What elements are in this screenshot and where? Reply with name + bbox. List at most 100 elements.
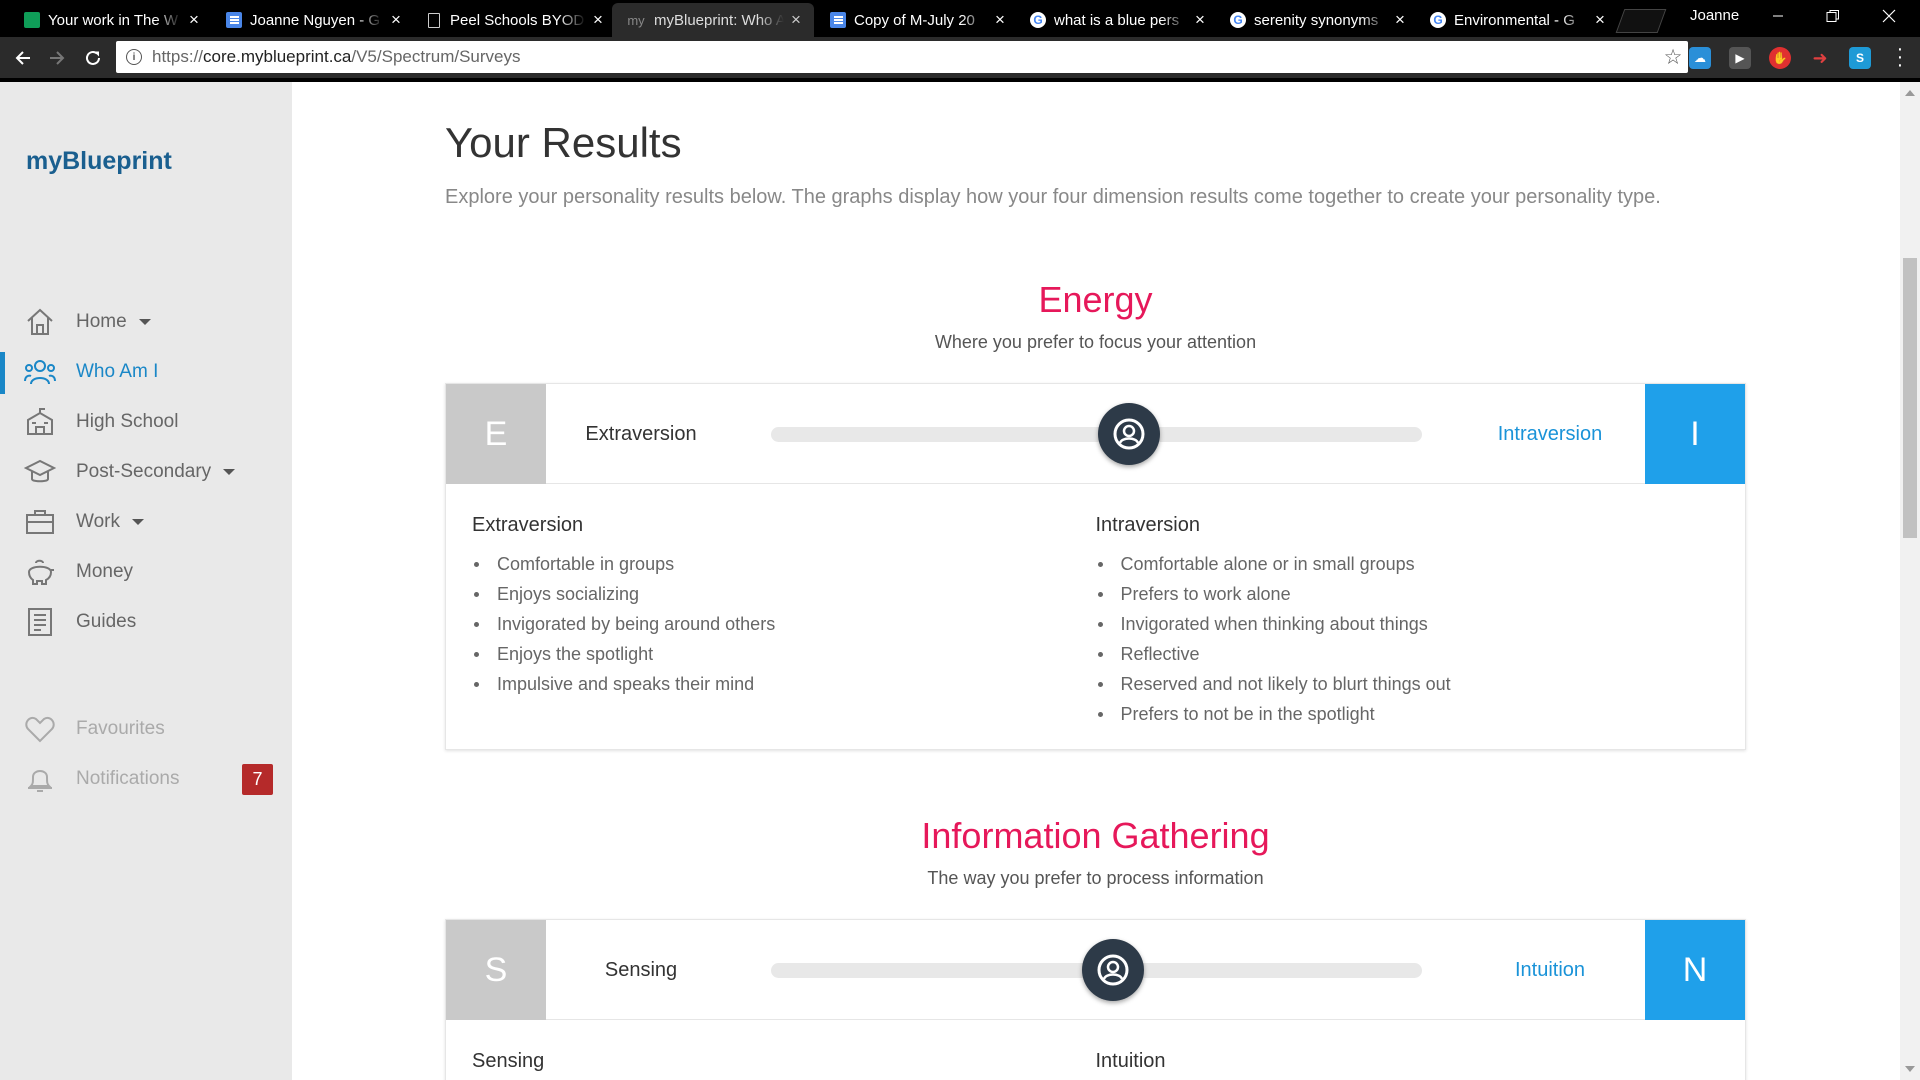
restore-icon[interactable]	[1810, 0, 1856, 32]
sidebar-item-who-am-i[interactable]: Who Am I	[0, 352, 292, 394]
list-item: Enjoys socializing	[472, 579, 1096, 609]
sidebar-item-label: High School	[76, 411, 179, 432]
sidebar-item-label: Work	[76, 511, 120, 532]
information-gathering-result-card: S Sensing Intuition N Sensing Intuition	[445, 919, 1746, 1080]
traits-heading: Intraversion	[1095, 514, 1201, 536]
tab-title: Your work in The W	[48, 11, 179, 29]
traits-column-left: Sensing	[472, 1050, 1096, 1080]
sidebar: myBlueprint Home Who Am I High School Po…	[0, 82, 292, 1080]
heart-icon	[24, 713, 56, 745]
browser-menu-icon[interactable]: · · ·	[1895, 39, 1905, 75]
pole-label-left: Sensing	[604, 958, 678, 981]
scrollbar-thumb[interactable]	[1903, 258, 1917, 538]
site-info-icon[interactable]: i	[126, 49, 142, 65]
page-scrollbar[interactable]	[1900, 82, 1920, 1080]
close-icon[interactable]: ×	[590, 10, 606, 30]
scale-marker	[1081, 939, 1144, 1001]
browser-tab[interactable]: Your work in The W ×	[10, 3, 212, 37]
traits-heading: Sensing	[472, 1050, 545, 1072]
list-item: Prefers to not be in the spotlight	[1096, 699, 1720, 729]
sidebar-item-guides[interactable]: Guides	[0, 602, 292, 642]
close-icon[interactable]: ×	[1592, 10, 1608, 30]
sidebar-item-home[interactable]: Home	[0, 302, 292, 342]
tab-title: Joanne Nguyen - G	[250, 11, 381, 29]
list-item: Comfortable in groups	[472, 549, 1096, 579]
browser-tab[interactable]: G Environmental - G ×	[1416, 3, 1618, 37]
browser-tab[interactable]: Peel Schools BYOD ×	[414, 3, 616, 37]
letter-e-box: E	[446, 384, 546, 484]
scale-marker	[1098, 403, 1161, 465]
tab-title: myBlueprint: Who A	[654, 11, 784, 29]
cloud-extension-icon[interactable]: ☁	[1689, 47, 1711, 69]
section-subtitle-energy: Where you prefer to focus your attention	[934, 332, 1257, 352]
section-title-energy: Energy	[1038, 279, 1153, 320]
sidebar-item-money[interactable]: Money	[0, 552, 292, 592]
address-bar[interactable]: i https://core.myblueprint.ca/V5/Spectru…	[116, 41, 1688, 73]
scroll-down-icon[interactable]	[1905, 1066, 1915, 1072]
energy-result-card: E Extraversion Intraversion I Extraversi…	[445, 383, 1746, 750]
sidebar-item-high-school[interactable]: High School	[0, 402, 292, 442]
sidebar-item-label: Favourites	[76, 718, 165, 739]
browser-tab[interactable]: G serenity synonyms ×	[1216, 3, 1418, 37]
adblock-extension-icon[interactable]: ✋	[1769, 47, 1791, 69]
sidebar-item-label: Who Am I	[76, 361, 159, 382]
google-docs-icon	[830, 12, 846, 28]
briefcase-icon	[24, 506, 56, 538]
google-classroom-icon	[24, 12, 40, 28]
profile-name[interactable]: Joanne	[1690, 7, 1739, 24]
google-icon: G	[1030, 12, 1046, 28]
pole-label-right: Intraversion	[1497, 422, 1603, 445]
list-item: Impulsive and speaks their mind	[472, 669, 1096, 699]
share-extension-icon[interactable]: ➜	[1809, 47, 1831, 69]
minimize-icon[interactable]	[1755, 0, 1801, 32]
chevron-down-icon	[223, 469, 236, 475]
traits-panel: Extraversion Comfortable in groups Enjoy…	[446, 484, 1745, 749]
list-item: Invigorated by being around others	[472, 609, 1096, 639]
section-title-information-gathering: Information Gathering	[921, 815, 1270, 856]
back-icon[interactable]	[8, 43, 38, 73]
reload-icon[interactable]	[78, 43, 108, 73]
window-close-icon[interactable]	[1866, 0, 1912, 32]
bookmark-star-icon[interactable]: ☆	[1658, 45, 1688, 70]
sidebar-item-post-secondary[interactable]: Post-Secondary	[0, 452, 292, 492]
sidebar-item-label: Notifications	[76, 768, 180, 789]
bell-icon	[24, 763, 56, 795]
list-item: Prefers to work alone	[1096, 579, 1720, 609]
page-icon	[428, 12, 440, 28]
list-item: Comfortable alone or in small groups	[1096, 549, 1720, 579]
letter-i-box: I	[1645, 384, 1745, 484]
forward-icon[interactable]	[42, 43, 72, 73]
close-icon[interactable]: ×	[388, 10, 404, 30]
close-icon[interactable]: ×	[1192, 10, 1208, 30]
graduation-cap-icon	[24, 456, 56, 488]
traits-column-right: Intraversion Comfortable alone or in sma…	[1096, 514, 1720, 729]
traits-column-right: Intuition	[1096, 1050, 1720, 1080]
sidebar-item-work[interactable]: Work	[0, 502, 292, 542]
app-logo[interactable]: myBlueprint	[26, 147, 172, 176]
home-icon	[24, 306, 56, 338]
browser-tab[interactable]: G what is a blue pers ×	[1016, 3, 1218, 37]
section-subtitle-information-gathering: The way you prefer to process informatio…	[927, 868, 1264, 888]
close-icon[interactable]: ×	[992, 10, 1008, 30]
list-item: Reserved and not likely to blurt things …	[1096, 669, 1720, 699]
video-extension-icon[interactable]: ▶	[1729, 47, 1751, 69]
close-icon[interactable]: ×	[186, 10, 202, 30]
myblueprint-favicon: my	[627, 12, 645, 28]
url-text[interactable]: https://core.myblueprint.ca/V5/Spectrum/…	[152, 47, 1658, 67]
sidebar-item-favourites[interactable]: Favourites	[0, 709, 292, 749]
browser-tab-active[interactable]: my myBlueprint: Who A ×	[612, 3, 814, 37]
people-icon	[24, 356, 56, 388]
list-item: Enjoys the spotlight	[472, 639, 1096, 669]
traits-panel: Sensing Intuition	[446, 1020, 1745, 1080]
s-extension-icon[interactable]: S	[1849, 47, 1871, 69]
browser-tab[interactable]: Joanne Nguyen - G ×	[212, 3, 414, 37]
list-item: Invigorated when thinking about things	[1096, 609, 1720, 639]
sidebar-item-label: Home	[76, 311, 127, 332]
browser-tab[interactable]: Copy of M-July 20 ×	[816, 3, 1018, 37]
close-icon[interactable]: ×	[788, 10, 804, 30]
new-tab-button[interactable]	[1615, 9, 1667, 33]
close-icon[interactable]: ×	[1392, 10, 1408, 30]
sidebar-item-label: Money	[76, 561, 134, 582]
traits-list: Comfortable alone or in small groups Pre…	[1096, 549, 1720, 729]
scroll-up-icon[interactable]	[1905, 90, 1915, 96]
